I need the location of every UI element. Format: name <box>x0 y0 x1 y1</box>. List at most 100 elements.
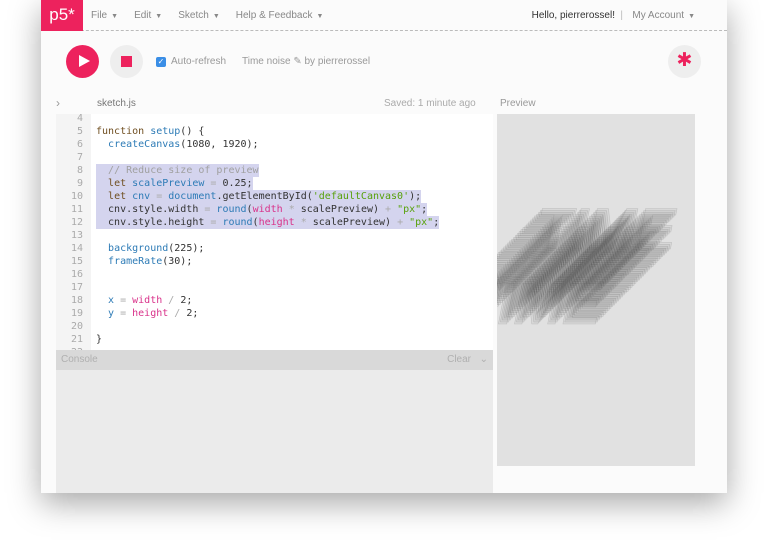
pencil-icon[interactable]: ✎ <box>293 56 301 67</box>
code-token: * <box>294 217 313 228</box>
code-text: createCanvas(1080, 1920); <box>96 138 259 151</box>
line-number: 17 <box>70 282 83 293</box>
code-token: let <box>108 191 133 202</box>
code-text: cnv.style.width = round(width * scalePre… <box>96 203 428 216</box>
code-text: cnv.style.height = round(height * scaleP… <box>96 216 440 229</box>
code-token: width <box>252 204 283 215</box>
code-line[interactable]: 4 <box>56 114 493 125</box>
code-token: cnv <box>132 191 151 202</box>
sketch-title[interactable]: Time noise ✎ by pierrerossel <box>242 56 370 67</box>
code-token: = <box>210 217 223 228</box>
line-number: 11 <box>70 204 83 215</box>
code-line[interactable]: 7 <box>56 151 493 164</box>
code-token: 'defaultCanvas0' <box>312 191 410 202</box>
code-token: 2; <box>180 295 193 306</box>
art-text-layer: TIME <box>497 272 603 337</box>
saved-status: Saved: 1 minute ago <box>384 98 476 109</box>
collapse-console-chevron-icon[interactable]: ⌄ <box>480 350 488 370</box>
chevron-down-icon: ▼ <box>688 12 695 20</box>
line-number: 10 <box>70 191 83 202</box>
code-line[interactable]: 11 cnv.style.width = round(width * scale… <box>56 203 493 216</box>
console-output <box>56 370 493 493</box>
line-number: 19 <box>70 308 83 319</box>
code-line[interactable]: 8 // Reduce size of preview <box>56 164 493 177</box>
code-token: document <box>168 191 217 202</box>
code-text: let cnv = document.getElementById('defau… <box>96 190 422 203</box>
code-text: frameRate(30); <box>96 255 192 268</box>
code-line[interactable]: 16 <box>56 268 493 281</box>
line-number: 9 <box>76 178 83 189</box>
code-token: round <box>216 204 247 215</box>
sketch-preview-canvas: TIME TIME TIME TIME TIME TIME TIME TIME TIME TIME… <box>497 114 695 466</box>
code-line[interactable]: 20 <box>56 320 493 333</box>
code-token: scalePreview) <box>312 217 398 228</box>
console-label: Console <box>61 354 98 365</box>
code-token: = <box>204 178 223 189</box>
code-token: / <box>162 295 181 306</box>
code-token: height <box>258 217 295 228</box>
code-token: cnv.style.width <box>96 204 205 215</box>
code-token: (1080, 1920); <box>180 139 259 150</box>
auto-refresh-label[interactable]: Auto-refresh <box>171 56 226 67</box>
code-token: / <box>168 308 187 319</box>
line-number: 15 <box>70 256 83 267</box>
clear-console-button[interactable]: Clear <box>447 350 471 370</box>
code-token: = <box>114 308 133 319</box>
settings-gear-icon[interactable]: ✱ <box>668 45 701 78</box>
code-line[interactable]: 6 createCanvas(1080, 1920); <box>56 138 493 151</box>
code-line[interactable]: 17 <box>56 281 493 294</box>
line-number: 5 <box>76 126 83 137</box>
file-name: sketch.js <box>97 98 136 109</box>
code-line[interactable]: 15 frameRate(30); <box>56 255 493 268</box>
code-line[interactable]: 13 <box>56 229 493 242</box>
code-line[interactable]: 14 background(225); <box>56 242 493 255</box>
code-token: let <box>108 178 133 189</box>
code-token: cnv.style.height <box>96 217 211 228</box>
my-account-menu[interactable]: My Account ▼ <box>632 10 695 21</box>
code-token: height <box>132 308 169 319</box>
line-number: 8 <box>76 165 83 176</box>
expand-sidebar-chevron-icon[interactable]: › <box>56 96 60 110</box>
line-number: 13 <box>70 230 83 241</box>
code-token: + <box>397 217 410 228</box>
code-line[interactable]: 12 cnv.style.height = round(height * sca… <box>56 216 493 229</box>
code-token: "px" <box>397 204 422 215</box>
code-line[interactable]: 19 y = height / 2; <box>56 307 493 320</box>
code-token: = <box>114 295 133 306</box>
code-line[interactable]: 21} <box>56 333 493 346</box>
code-line[interactable]: 10 let cnv = document.getElementById('de… <box>56 190 493 203</box>
line-number: 12 <box>70 217 83 228</box>
line-number: 6 <box>76 139 83 150</box>
code-token: setup <box>150 126 181 137</box>
code-token: // Reduce size of preview <box>108 165 259 176</box>
code-editor[interactable]: 4 5 function setup() {6 createCanvas(1080,… <box>56 114 493 350</box>
code-token: round <box>222 217 253 228</box>
auto-refresh-checkbox[interactable]: ✓ <box>156 57 166 67</box>
code-token: = <box>150 191 169 202</box>
code-token: = <box>204 204 217 215</box>
code-token: background <box>108 243 169 254</box>
code-token: } <box>96 334 103 345</box>
play-button[interactable] <box>66 45 99 78</box>
stop-button[interactable] <box>110 45 143 78</box>
menu-help[interactable]: Help & Feedback ▼ <box>236 10 324 21</box>
code-line[interactable]: 9 let scalePreview = 0.25; <box>56 177 493 190</box>
code-line[interactable]: 18 x = width / 2; <box>56 294 493 307</box>
menu-edit[interactable]: Edit ▼ <box>134 10 162 21</box>
line-number: 4 <box>76 114 83 124</box>
code-text: } <box>96 333 102 346</box>
menu-sketch[interactable]: Sketch ▼ <box>178 10 220 21</box>
code-line[interactable]: 5 function setup() { <box>56 125 493 138</box>
code-token: width <box>132 295 163 306</box>
chevron-down-icon: ▼ <box>212 12 220 20</box>
code-token: () { <box>180 126 205 137</box>
code-token: (30); <box>162 256 193 267</box>
p5-logo[interactable]: p5* <box>41 0 83 31</box>
menu-file[interactable]: File ▼ <box>91 10 118 21</box>
